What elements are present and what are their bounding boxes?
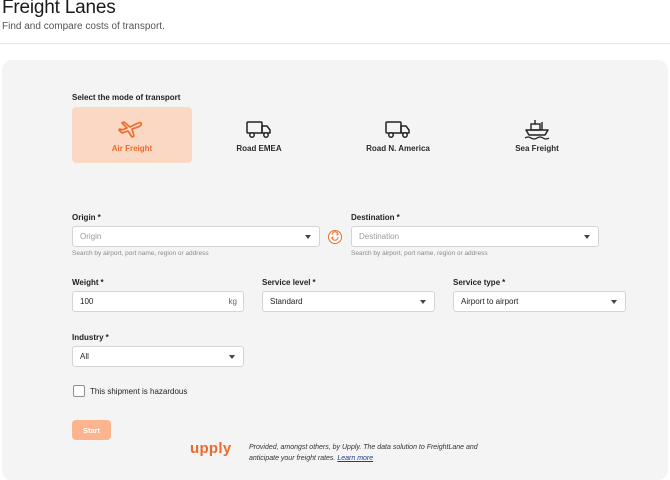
origin-label: Origin * [72, 213, 101, 222]
weight-label: Weight * [72, 278, 104, 287]
swap-button[interactable] [328, 230, 342, 244]
destination-hint: Search by airport, port name, region or … [351, 250, 488, 257]
mode-air-freight[interactable]: Air Freight [72, 107, 192, 163]
service-level-select[interactable]: Standard [262, 291, 435, 312]
required-marker: * [100, 278, 104, 287]
mode-label: Road EMEA [236, 143, 282, 153]
chevron-down-icon [305, 234, 311, 239]
destination-label: Destination * [351, 213, 400, 222]
mode-label: Sea Freight [515, 143, 559, 153]
header-divider [0, 43, 670, 44]
origin-hint: Search by airport, port name, region or … [72, 250, 209, 257]
start-button[interactable]: Start [72, 420, 111, 440]
service-level-value: Standard [270, 297, 303, 306]
origin-label-text: Origin [72, 213, 96, 222]
service-level-label: Service level * [262, 278, 316, 287]
truck-icon [245, 118, 273, 140]
ship-icon [523, 118, 551, 140]
hazardous-checkbox[interactable] [73, 385, 85, 397]
required-marker: * [396, 213, 400, 222]
page-subtitle: Find and compare costs of transport. [2, 21, 165, 32]
origin-select[interactable]: Origin [72, 226, 320, 247]
required-marker: * [105, 333, 109, 342]
destination-label-text: Destination [351, 213, 395, 222]
chevron-down-icon [584, 234, 590, 239]
weight-label-text: Weight [72, 278, 99, 287]
hazardous-label: This shipment is hazardous [90, 387, 188, 396]
service-type-label: Service type * [453, 278, 505, 287]
chevron-down-icon [611, 299, 617, 304]
mode-sea-freight[interactable]: Sea Freight [477, 107, 597, 163]
mode-label: Road N. America [366, 143, 430, 153]
weight-value: 100 [80, 297, 94, 306]
required-marker: * [97, 213, 101, 222]
upply-logo: upply [190, 440, 232, 457]
weight-unit: kg [228, 297, 237, 306]
origin-placeholder: Origin [80, 232, 102, 241]
service-type-label-text: Service type [453, 278, 501, 287]
mode-road-n-america[interactable]: Road N. America [338, 107, 458, 163]
industry-label: Industry * [72, 333, 109, 342]
destination-placeholder: Destination [359, 232, 400, 241]
weight-input[interactable]: 100 kg [72, 291, 244, 312]
destination-select[interactable]: Destination [351, 226, 599, 247]
airplane-icon [118, 118, 146, 140]
footer-text: Provided, amongst others, by Upply. The … [249, 442, 489, 464]
swap-icon [330, 228, 340, 246]
service-type-select[interactable]: Airport to airport [453, 291, 626, 312]
chevron-down-icon [420, 299, 426, 304]
chevron-down-icon [229, 354, 235, 359]
learn-more-link[interactable]: Learn more [337, 455, 373, 462]
mode-label: Air Freight [111, 143, 153, 153]
mode-road-emea[interactable]: Road EMEA [199, 107, 319, 163]
industry-value: All [80, 352, 89, 361]
service-type-value: Airport to airport [461, 297, 519, 306]
transport-mode-label: Select the mode of transport [72, 93, 181, 102]
required-marker: * [502, 278, 506, 287]
required-marker: * [312, 278, 316, 287]
industry-label-text: Industry [72, 333, 104, 342]
truck-icon [384, 118, 412, 140]
page-title: Freight Lanes [2, 0, 116, 18]
industry-select[interactable]: All [72, 346, 244, 367]
service-level-label-text: Service level [262, 278, 311, 287]
